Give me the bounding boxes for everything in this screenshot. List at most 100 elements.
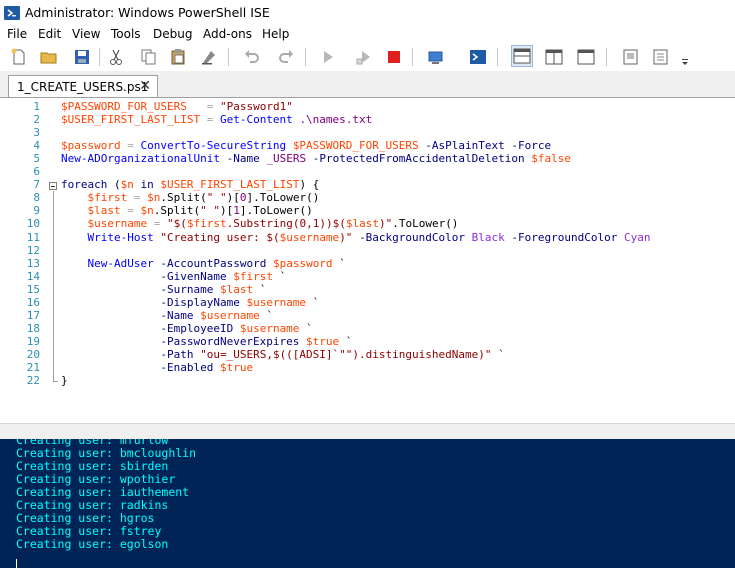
code-token: )[ <box>226 191 240 205</box>
window-title: Administrator: Windows PowerShell ISE <box>25 5 270 20</box>
redo-icon[interactable] <box>276 47 296 67</box>
code-token: ` <box>306 295 320 309</box>
menu-debug[interactable]: Debug <box>153 27 192 41</box>
run-script-icon[interactable] <box>318 47 338 67</box>
console-caret <box>16 559 17 568</box>
code-token: () <box>299 204 313 218</box>
stop-icon[interactable] <box>384 47 404 67</box>
fold-guide-end <box>53 381 58 382</box>
toolbar-separator <box>412 48 413 66</box>
start-powershell-icon[interactable] <box>468 47 488 67</box>
line-number: 16 <box>26 295 40 309</box>
code-line: -EmployeeID $username ` <box>61 322 312 335</box>
show-script-right-icon[interactable] <box>544 47 564 67</box>
show-script-top-icon[interactable] <box>511 45 533 67</box>
code-token: . <box>160 191 167 205</box>
code-token: $USER_FIRST_LAST_LIST <box>61 113 201 127</box>
menu-tools[interactable]: Tools <box>111 27 141 41</box>
code-line: $first = $n.Split(" ")[0].ToLower() <box>61 191 320 205</box>
show-script-pane-icon[interactable] <box>621 47 641 67</box>
paste-icon[interactable] <box>168 47 188 67</box>
code-token: -Name <box>226 152 260 166</box>
line-number: 3 <box>33 126 40 140</box>
console-pane[interactable]: Creating user: mfurlow Creating user: bmc… <box>0 439 735 568</box>
menu-file[interactable]: File <box>7 27 27 41</box>
toolbar-overflow-icon[interactable] <box>680 47 690 67</box>
menu-help[interactable]: Help <box>262 27 289 41</box>
title-bar: Administrator: Windows PowerShell ISE <box>0 0 735 26</box>
code-token: ToLower <box>259 191 307 205</box>
open-icon[interactable] <box>39 47 59 67</box>
code-line: Write-Host "Creating user: $($username)"… <box>61 231 651 244</box>
line-number: 7 <box>33 178 40 192</box>
code-token: Write-Host <box>87 230 154 244</box>
code-line: } <box>61 374 68 387</box>
new-script-icon[interactable] <box>9 47 29 67</box>
menu-bar: File Edit View Tools Debug Add-ons Help <box>0 26 735 44</box>
code-token: -Force <box>511 139 552 153</box>
close-icon[interactable]: ✕ <box>139 78 151 94</box>
line-number: 8 <box>33 191 40 205</box>
show-command-addon-icon[interactable] <box>651 47 671 67</box>
menu-addons[interactable]: Add-ons <box>203 27 252 41</box>
code-token: .Substring(0,1))$( <box>226 217 346 231</box>
code-token: ` <box>332 256 346 270</box>
code-token: $last <box>219 282 254 296</box>
code-token: Cyan <box>624 230 651 244</box>
code-token: -Path <box>160 347 194 361</box>
code-token: ConvertTo-SecureString <box>140 139 287 153</box>
code-token: foreach <box>61 178 108 192</box>
code-token: $username <box>246 295 307 309</box>
line-number: 18 <box>26 321 40 335</box>
save-icon[interactable] <box>72 47 92 67</box>
pane-splitter[interactable] <box>0 423 735 440</box>
toolbar-separator <box>606 48 607 66</box>
console-line: Creating user: fstrey <box>16 524 162 538</box>
code-token: . <box>392 217 399 231</box>
code-token: = <box>133 191 141 205</box>
cut-icon[interactable] <box>106 47 126 67</box>
undo-icon[interactable] <box>242 47 262 67</box>
console-line: Creating user: sbirden <box>16 459 169 473</box>
console-line: Creating user: radkins <box>16 498 169 512</box>
copy-icon[interactable] <box>138 47 158 67</box>
code-line: foreach ($n in $USER_FIRST_LAST_LIST) { <box>61 178 319 191</box>
code-token: in <box>140 178 154 192</box>
menu-edit[interactable]: Edit <box>38 27 61 41</box>
script-editor[interactable]: 1 2 3 4 5 6 7 8 9 10 11 12 13 14 15 16 17 18 19 20 21 22 $PAS… <box>0 98 735 423</box>
line-number: 12 <box>26 243 40 257</box>
run-selection-icon[interactable] <box>354 47 374 67</box>
line-number: 1 <box>33 100 40 113</box>
code-token: () <box>306 191 320 205</box>
code-token: $PASSWORD_FOR_USERS <box>61 100 187 113</box>
code-token: = <box>127 139 134 153</box>
code-token: ` <box>253 282 267 296</box>
fold-toggle-icon[interactable] <box>49 182 57 190</box>
code-token: ( <box>200 191 207 205</box>
code-token: Black <box>471 230 505 244</box>
code-token: "Creating user: $( <box>160 230 280 244</box>
menu-view[interactable]: View <box>72 27 100 41</box>
show-script-maximized-icon[interactable] <box>576 47 596 67</box>
code-token: $username <box>200 308 260 322</box>
code-token: $username <box>87 217 148 231</box>
code-line: -DisplayName $username ` <box>61 296 319 309</box>
new-remote-tab-icon[interactable] <box>426 47 446 67</box>
code-token: Split <box>167 191 201 205</box>
powershell-icon <box>4 6 20 20</box>
clear-console-icon[interactable] <box>199 47 219 67</box>
tab-1-create-users[interactable]: 1_CREATE_USERS.ps1 ✕ <box>8 75 158 97</box>
code-line: New-AdUser -AccountPassword $password ` <box>61 257 346 270</box>
code-token: $username <box>279 230 340 244</box>
code-token: )[ <box>220 204 234 218</box>
line-number: 4 <box>33 139 40 153</box>
